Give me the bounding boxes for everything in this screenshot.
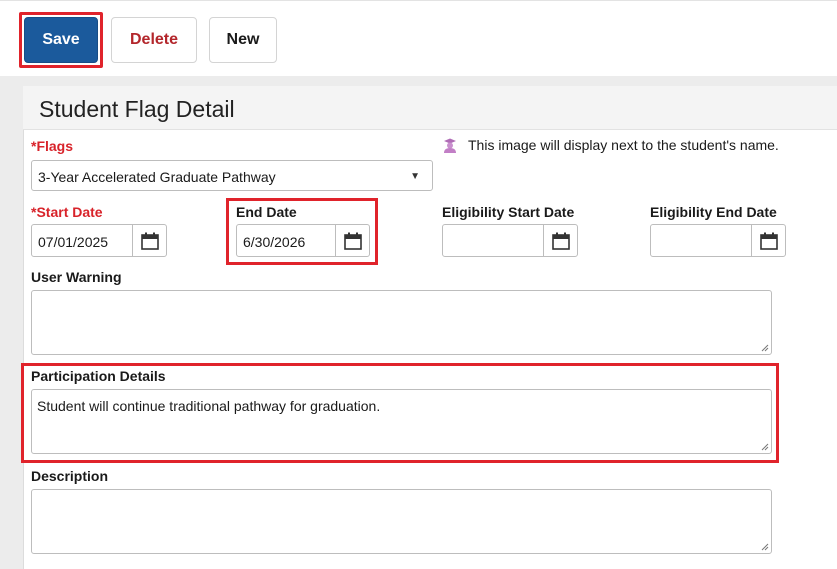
- participation-details-value: Student will continue traditional pathwa…: [37, 398, 381, 414]
- save-button[interactable]: Save: [24, 17, 98, 63]
- resize-grip-icon[interactable]: [761, 543, 769, 551]
- eligibility-start-date-label: Eligibility Start Date: [442, 204, 575, 220]
- start-date-field[interactable]: 07/01/2025: [31, 224, 167, 257]
- flag-note-text: This image will display next to the stud…: [468, 137, 779, 153]
- flags-select[interactable]: 3-Year Accelerated Graduate Pathway ▼: [31, 160, 433, 191]
- eligibility-end-date-label: Eligibility End Date: [650, 204, 777, 220]
- user-warning-textarea[interactable]: [31, 290, 772, 355]
- calendar-icon[interactable]: [751, 225, 785, 256]
- new-button[interactable]: New: [209, 17, 277, 63]
- calendar-icon[interactable]: [335, 225, 369, 256]
- start-date-label: *Start Date: [31, 204, 103, 220]
- student-flag-icon: [444, 138, 456, 153]
- flags-selected-value: 3-Year Accelerated Graduate Pathway: [38, 169, 276, 185]
- toolbar: Save Delete New: [0, 0, 837, 76]
- calendar-icon[interactable]: [543, 225, 577, 256]
- flag-image-note: This image will display next to the stud…: [442, 137, 779, 153]
- participation-details-label: Participation Details: [31, 368, 166, 384]
- end-date-label: End Date: [236, 204, 297, 220]
- calendar-icon[interactable]: [132, 225, 166, 256]
- chevron-down-icon: ▼: [410, 171, 420, 182]
- panel-header: Student Flag Detail: [23, 86, 837, 130]
- participation-details-textarea[interactable]: Student will continue traditional pathwa…: [31, 389, 772, 454]
- resize-grip-icon[interactable]: [761, 443, 769, 451]
- user-warning-label: User Warning: [31, 269, 122, 285]
- description-label: Description: [31, 468, 109, 484]
- flags-label: *Flags: [31, 138, 74, 154]
- eligibility-end-date-field[interactable]: [650, 224, 786, 257]
- end-date-field[interactable]: 6/30/2026: [236, 224, 370, 257]
- eligibility-start-date-field[interactable]: [442, 224, 578, 257]
- page-title: Student Flag Detail: [39, 96, 235, 122]
- delete-button[interactable]: Delete: [111, 17, 197, 63]
- resize-grip-icon[interactable]: [761, 344, 769, 352]
- description-textarea[interactable]: [31, 489, 772, 554]
- end-date-value: 6/30/2026: [243, 234, 306, 250]
- start-date-value: 07/01/2025: [38, 234, 109, 250]
